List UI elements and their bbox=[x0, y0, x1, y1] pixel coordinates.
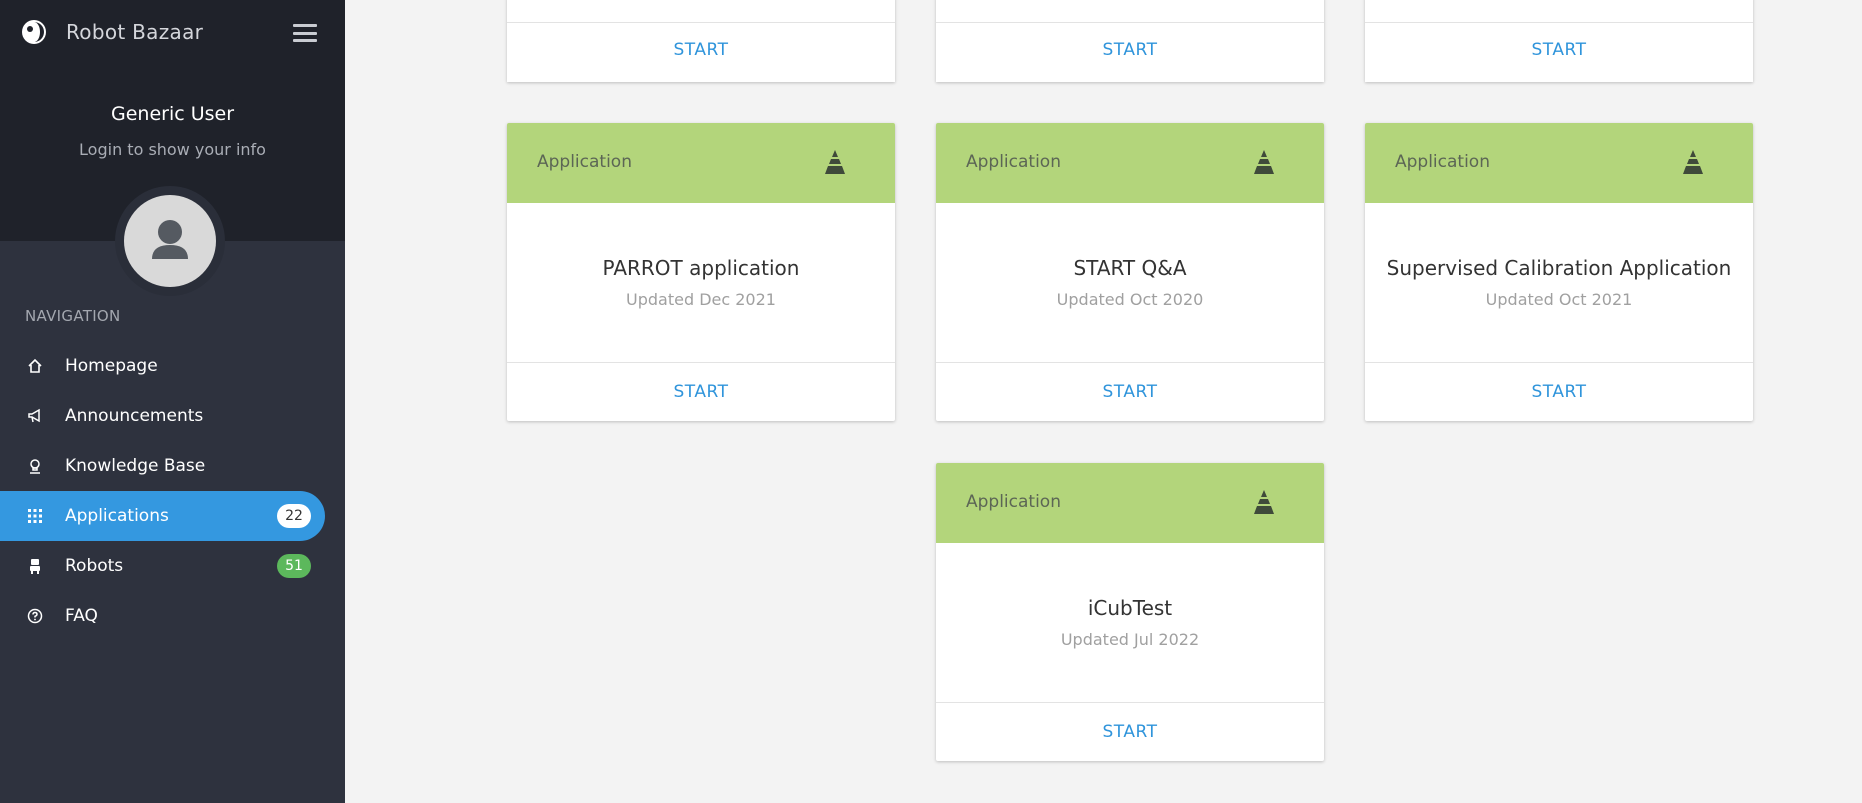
application-card: Application Supervised Calibration Appli… bbox=[1365, 123, 1753, 421]
nav-item-knowledge-base[interactable]: Knowledge Base bbox=[0, 441, 345, 491]
avatar[interactable] bbox=[124, 195, 216, 287]
nav-item-robots[interactable]: Robots 51 bbox=[0, 541, 345, 591]
card-body: PARROT application Updated Dec 2021 bbox=[507, 203, 895, 363]
start-button[interactable]: START bbox=[1532, 382, 1587, 402]
pyramid-icon bbox=[820, 148, 850, 178]
card-footer: START bbox=[936, 363, 1324, 421]
card-updated-date: Updated Dec 2021 bbox=[626, 290, 776, 309]
nav-item-label: FAQ bbox=[65, 606, 98, 626]
card-partial: START bbox=[1365, 0, 1753, 82]
card-partial: START bbox=[936, 0, 1324, 82]
pyramid-icon bbox=[1678, 148, 1708, 178]
start-button[interactable]: START bbox=[674, 382, 729, 402]
card-updated-date: Updated Jul 2022 bbox=[1060, 630, 1200, 649]
card-body: iCubTest Updated Jul 2022 bbox=[936, 543, 1324, 703]
card-type-label: Application bbox=[966, 152, 1061, 172]
user-icon bbox=[152, 220, 188, 259]
login-prompt[interactable]: Login to show your info bbox=[0, 140, 345, 159]
question-icon bbox=[26, 607, 44, 625]
card-header: Application bbox=[936, 463, 1324, 543]
start-button[interactable]: START bbox=[507, 40, 895, 60]
card-type-label: Application bbox=[1395, 152, 1490, 172]
card-header: Application bbox=[507, 123, 895, 203]
robots-count-badge: 51 bbox=[277, 554, 311, 578]
lightbulb-icon bbox=[26, 457, 44, 475]
application-card: Application START Q&A Updated Oct 2020 S… bbox=[936, 123, 1324, 421]
card-type-label: Application bbox=[537, 152, 632, 172]
card-updated-date: Updated Oct 2020 bbox=[1056, 290, 1204, 309]
pyramid-icon bbox=[1249, 148, 1279, 178]
card-title: iCubTest bbox=[1087, 596, 1173, 620]
card-title: PARROT application bbox=[602, 256, 800, 280]
card-header: Application bbox=[936, 123, 1324, 203]
card-footer: START bbox=[507, 363, 895, 421]
menu-toggle-icon[interactable] bbox=[293, 24, 317, 42]
nav-item-label: Robots bbox=[65, 556, 124, 576]
nav-heading: NAVIGATION bbox=[25, 307, 121, 325]
application-card: Application PARROT application Updated D… bbox=[507, 123, 895, 421]
card-footer: START bbox=[936, 703, 1324, 761]
start-button[interactable]: START bbox=[936, 40, 1324, 60]
start-button[interactable]: START bbox=[1103, 382, 1158, 402]
card-type-label: Application bbox=[966, 492, 1061, 512]
home-icon bbox=[26, 357, 44, 375]
card-title: START Q&A bbox=[1073, 256, 1187, 280]
nav-item-faq[interactable]: FAQ bbox=[0, 591, 345, 641]
nav-item-label: Homepage bbox=[65, 356, 158, 376]
user-name: Generic User bbox=[110, 103, 235, 125]
application-card: Application iCubTest Updated Jul 2022 ST… bbox=[936, 463, 1324, 761]
nav-item-homepage[interactable]: Homepage bbox=[0, 341, 345, 391]
card-updated-date: Updated Oct 2021 bbox=[1485, 290, 1633, 309]
app-title: Robot Bazaar bbox=[66, 20, 204, 44]
robot-icon bbox=[26, 557, 44, 575]
start-button[interactable]: START bbox=[1103, 722, 1158, 742]
grid-icon bbox=[26, 507, 44, 525]
nav-list: Homepage Announcements Knowledge Base Ap… bbox=[0, 341, 345, 641]
nav-item-label: Applications bbox=[65, 506, 169, 526]
pyramid-icon bbox=[1249, 488, 1279, 518]
card-header: Application bbox=[1365, 123, 1753, 203]
card-partial: START bbox=[507, 0, 895, 82]
card-footer: START bbox=[1365, 363, 1753, 421]
brand[interactable]: Robot Bazaar bbox=[20, 18, 203, 46]
start-button[interactable]: START bbox=[1365, 40, 1753, 60]
nav-item-applications[interactable]: Applications 22 bbox=[0, 491, 325, 541]
sidebar: Robot Bazaar Generic User Login to show … bbox=[0, 0, 345, 803]
nav-item-label: Announcements bbox=[65, 406, 204, 426]
robot-bazaar-logo-icon bbox=[20, 18, 48, 46]
nav-item-label: Knowledge Base bbox=[65, 456, 206, 476]
applications-count-badge: 22 bbox=[277, 504, 311, 528]
card-body: Supervised Calibration Application Updat… bbox=[1365, 203, 1753, 363]
megaphone-icon bbox=[26, 407, 44, 425]
card-body: START Q&A Updated Oct 2020 bbox=[936, 203, 1324, 363]
nav-item-announcements[interactable]: Announcements bbox=[0, 391, 345, 441]
card-title: Supervised Calibration Application bbox=[1386, 256, 1732, 280]
